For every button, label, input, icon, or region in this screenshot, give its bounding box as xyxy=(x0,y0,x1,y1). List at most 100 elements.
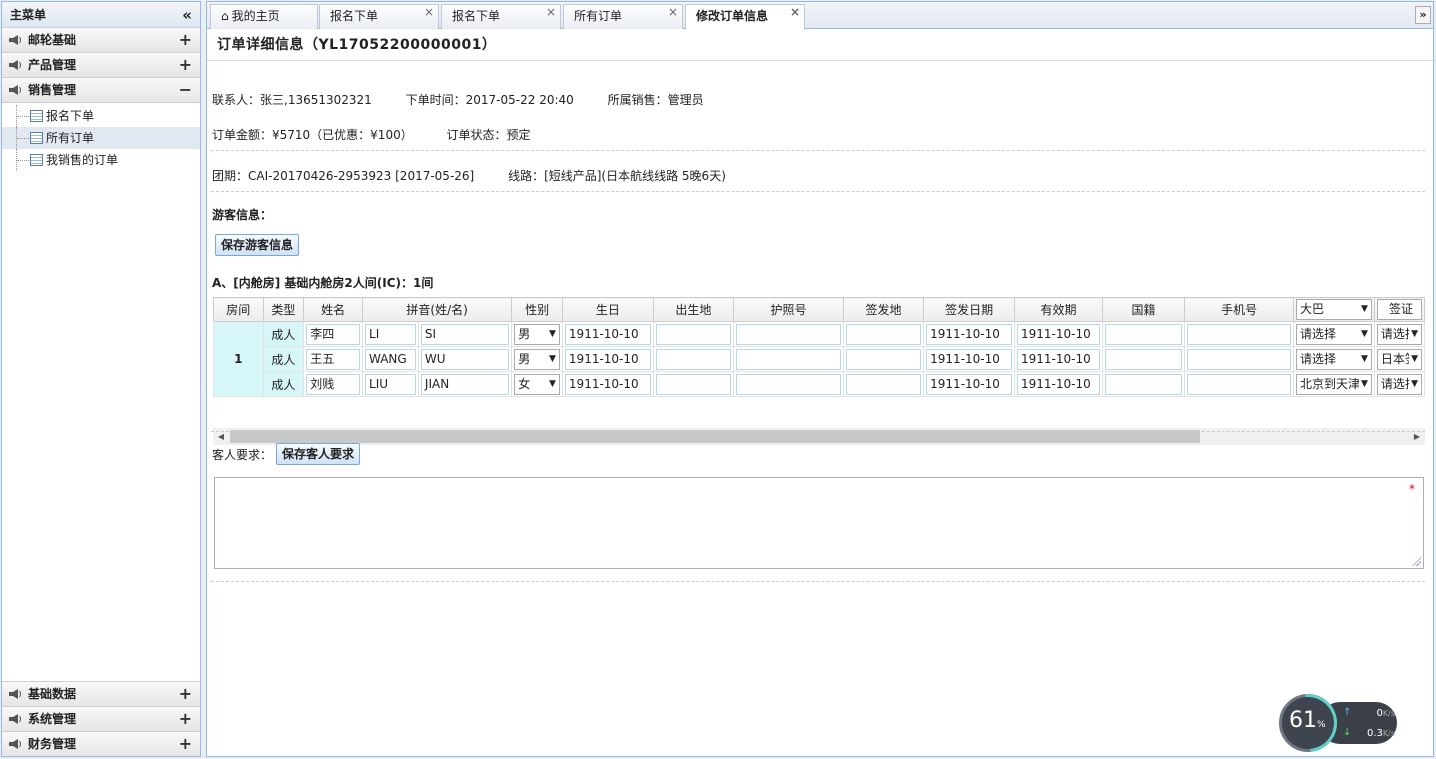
sidebar-item-all-orders[interactable]: 所有订单 xyxy=(2,127,200,149)
issue-date-input[interactable]: 1911-10-10 xyxy=(926,323,1013,345)
mobile-input[interactable] xyxy=(1187,373,1292,395)
close-icon[interactable]: × xyxy=(790,1,800,23)
collapse-sidebar-icon[interactable]: « xyxy=(182,2,192,28)
upload-speed: 0K/s xyxy=(1339,708,1395,719)
expand-icon[interactable]: + xyxy=(179,53,192,77)
save-requirement-button[interactable]: 保存客人要求 xyxy=(276,443,361,465)
surname-pinyin-input[interactable]: LI xyxy=(365,323,416,345)
bus-select[interactable]: 北京到天津 xyxy=(1296,373,1372,395)
expire-date-input[interactable]: 1911-10-10 xyxy=(1017,348,1100,370)
th-passport: 护照号 xyxy=(733,297,844,322)
sidebar-item-label: 我销售的订单 xyxy=(46,153,119,167)
issue-place-input[interactable] xyxy=(845,348,922,370)
close-icon[interactable]: × xyxy=(424,1,434,23)
sidebar-group-finance[interactable]: 财务管理 + xyxy=(2,731,200,756)
sidebar-bottom-groups: 基础数据 + 系统管理 + 财务管理 + xyxy=(2,681,200,756)
birthplace-input[interactable] xyxy=(655,373,732,395)
grid-doc-icon xyxy=(30,132,43,144)
tab-home[interactable]: ⌂ 我的主页 xyxy=(210,4,318,29)
passport-input[interactable] xyxy=(736,348,841,370)
expire-date-input[interactable]: 1911-10-10 xyxy=(1017,373,1100,395)
tab-all-orders[interactable]: 所有订单 × xyxy=(563,4,683,29)
visa-select[interactable]: 请选择 xyxy=(1376,373,1422,395)
issue-place-input[interactable] xyxy=(845,373,922,395)
birthplace-input[interactable] xyxy=(655,348,732,370)
passport-input[interactable] xyxy=(736,323,841,345)
surname-pinyin-input[interactable]: WANG xyxy=(365,348,416,370)
th-issue-place: 签发地 xyxy=(842,297,925,322)
contact-text: 联系人：张三,13651302321 xyxy=(212,93,372,107)
tab-signup-order-2[interactable]: 报名下单 × xyxy=(441,4,561,29)
birthday-input[interactable]: 1911-10-10 xyxy=(564,348,651,370)
expand-icon[interactable]: + xyxy=(179,28,192,52)
issue-date-input[interactable]: 1911-10-10 xyxy=(926,348,1013,370)
birthday-input[interactable]: 1911-10-10 xyxy=(564,323,651,345)
sidebar-group-basic-data[interactable]: 基础数据 + xyxy=(2,681,200,706)
tab-list-dropdown-icon[interactable]: » xyxy=(1415,6,1431,24)
close-icon[interactable]: × xyxy=(668,1,678,23)
nationality-input[interactable] xyxy=(1104,323,1183,345)
sidebar-group-sales[interactable]: 销售管理 − xyxy=(2,78,200,103)
th-expire-date: 有效期 xyxy=(1014,297,1103,322)
resize-grip-icon[interactable] xyxy=(1412,557,1421,566)
passport-input[interactable] xyxy=(736,373,841,395)
sidebar-group-label: 系统管理 xyxy=(28,712,77,726)
tab-label: 我的主页 xyxy=(231,9,280,23)
visa-select[interactable]: 请选择 xyxy=(1376,323,1422,345)
th-visa: 签证 xyxy=(1373,297,1425,322)
expand-icon[interactable]: + xyxy=(179,707,192,731)
mobile-input[interactable] xyxy=(1187,323,1292,345)
tab-edit-order[interactable]: 修改订单信息 × xyxy=(685,4,805,30)
divider xyxy=(211,431,1425,432)
mobile-input[interactable] xyxy=(1187,348,1292,370)
save-guest-info-button[interactable]: 保存游客信息 xyxy=(215,234,300,256)
nationality-input[interactable] xyxy=(1104,348,1183,370)
home-icon: ⌂ xyxy=(221,9,229,23)
sidebar-item-label: 所有订单 xyxy=(46,131,95,145)
visa-select[interactable]: 日本签 xyxy=(1376,348,1422,370)
divider xyxy=(211,581,1425,582)
name-input[interactable]: 王五 xyxy=(306,348,361,370)
collapse-icon[interactable]: − xyxy=(179,78,192,102)
sidebar-group-system[interactable]: 系统管理 + xyxy=(2,706,200,731)
usage-percent: 61% xyxy=(1289,708,1326,733)
download-speed-value: 0.3 xyxy=(1366,728,1383,739)
given-pinyin-input[interactable]: SI xyxy=(420,323,510,345)
sidebar-group-label: 基础数据 xyxy=(28,687,77,701)
expire-date-input[interactable]: 1911-10-10 xyxy=(1017,323,1100,345)
upload-speed-unit: K/s xyxy=(1382,709,1395,718)
issue-date-input[interactable]: 1911-10-10 xyxy=(926,373,1013,395)
bus-select[interactable]: 请选择 xyxy=(1296,348,1372,370)
page-title: 订单详细信息（YL17052200000001） xyxy=(207,29,1433,61)
gender-select[interactable]: 女 xyxy=(514,373,560,395)
speaker-icon xyxy=(9,739,21,749)
sidebar-group-product[interactable]: 产品管理 + xyxy=(2,53,200,78)
guest-requirement-textarea[interactable]: * xyxy=(214,477,1424,569)
type-cell: 成人 xyxy=(262,346,305,372)
bus-select[interactable]: 请选择 xyxy=(1296,323,1372,345)
tab-signup-order-1[interactable]: 报名下单 × xyxy=(319,4,439,29)
issue-place-input[interactable] xyxy=(845,323,922,345)
sidebar-item-label: 报名下单 xyxy=(46,109,95,123)
close-icon[interactable]: × xyxy=(546,1,556,23)
sidebar-group-cruise-basic[interactable]: 邮轮基础 + xyxy=(2,28,200,53)
bus-header-select[interactable]: 大巴 xyxy=(1296,299,1372,320)
room-number-cell: 1 xyxy=(213,321,264,397)
given-pinyin-input[interactable]: WU xyxy=(420,348,510,370)
sidebar-item-signup-order[interactable]: 报名下单 xyxy=(2,105,200,127)
given-pinyin-input[interactable]: JIAN xyxy=(420,373,510,395)
gender-select[interactable]: 男 xyxy=(514,348,560,370)
expand-icon[interactable]: + xyxy=(179,732,192,756)
download-speed: 0.3K/s xyxy=(1339,728,1395,739)
birthplace-input[interactable] xyxy=(655,323,732,345)
nationality-input[interactable] xyxy=(1104,373,1183,395)
network-speed-widget[interactable]: 61% ↑ 0K/s ↓ 0.3K/s xyxy=(1267,682,1399,759)
th-issue-date: 签发日期 xyxy=(923,297,1016,322)
sidebar-item-my-sales-orders[interactable]: 我销售的订单 xyxy=(2,149,200,171)
surname-pinyin-input[interactable]: LIU xyxy=(365,373,416,395)
name-input[interactable]: 李四 xyxy=(306,323,361,345)
birthday-input[interactable]: 1911-10-10 xyxy=(564,373,651,395)
gender-select[interactable]: 男 xyxy=(514,323,560,345)
expand-icon[interactable]: + xyxy=(179,682,192,706)
name-input[interactable]: 刘贱 xyxy=(306,373,361,395)
